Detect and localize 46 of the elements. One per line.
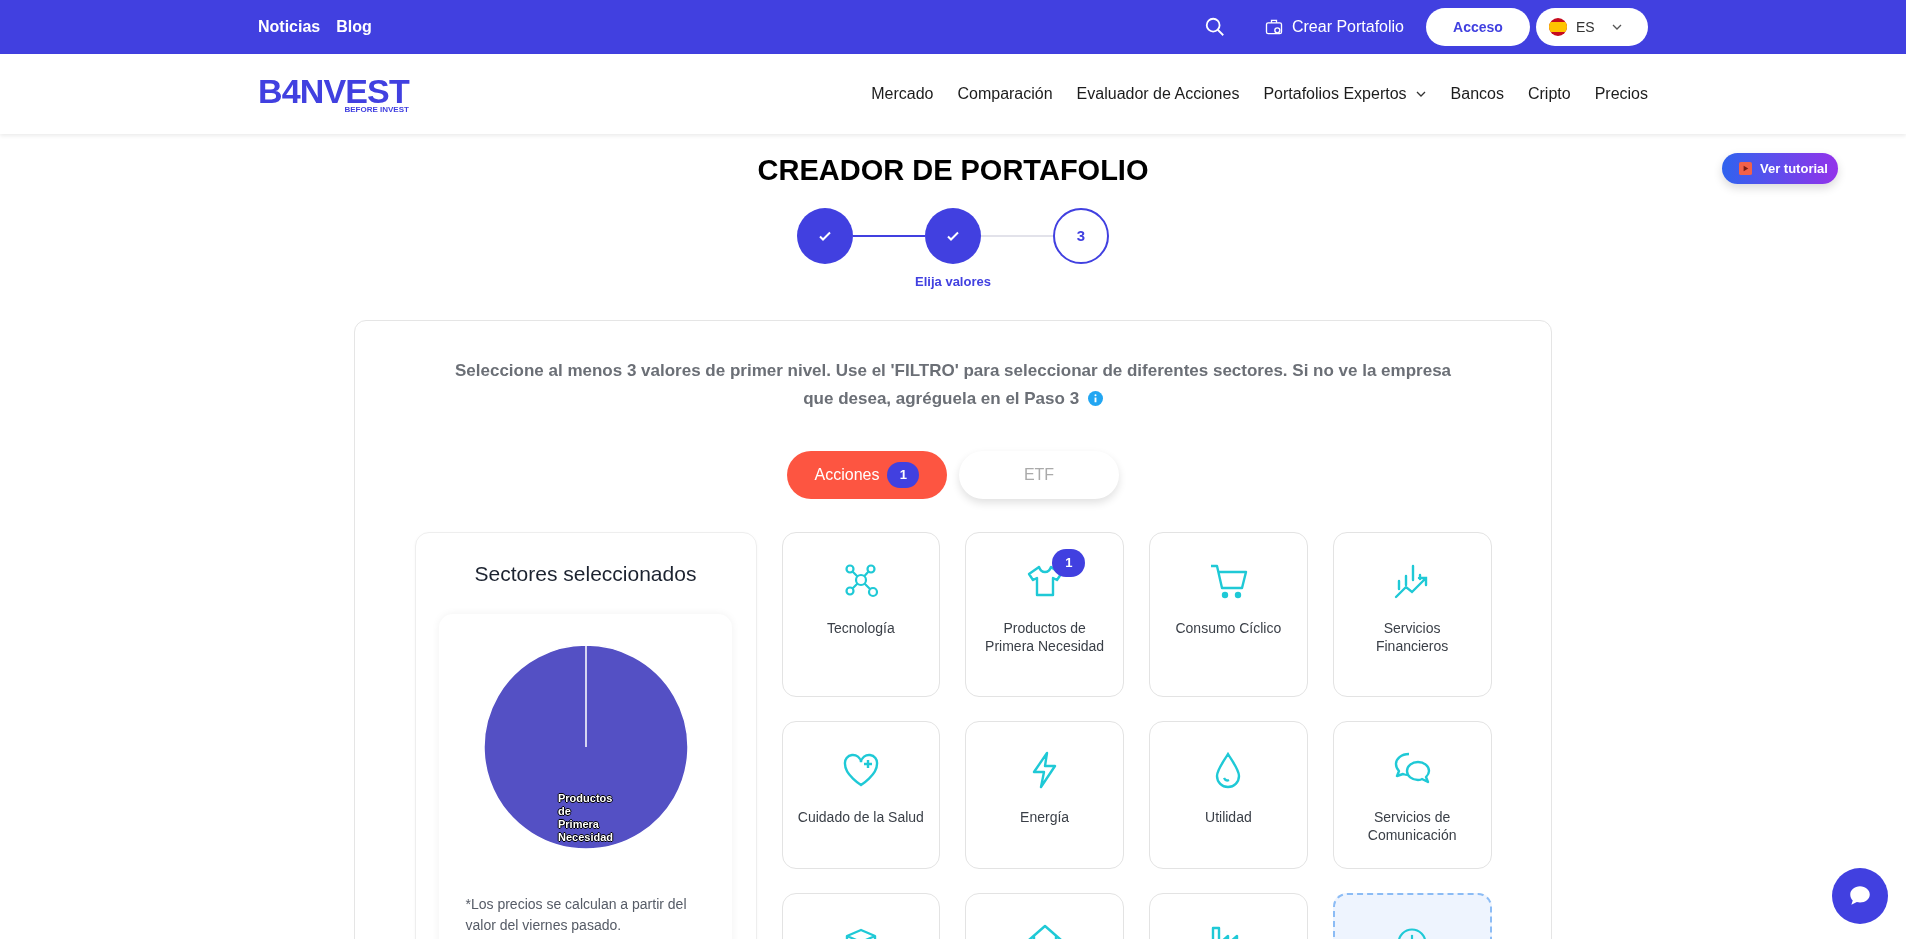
sector-card[interactable]: Productos de Primera Necesidad 1 [965, 532, 1124, 697]
instructions-text: Seleccione al menos 3 valores de primer nivel. Use el 'FILTRO' para seleccionar de diferentes sectores. Si no ve la empresa que desea, agréguela en el Paso 3 [453, 360, 1453, 410]
sector-label: Productos de Primera Necesidad [984, 619, 1106, 655]
flag-icon [1548, 17, 1568, 37]
sector-label: Servicios Financieros [1374, 619, 1450, 655]
search-icon [1203, 16, 1226, 38]
count-badge: 1 [1052, 549, 1086, 577]
nav-link[interactable]: Portafolios Expertos [1263, 82, 1427, 106]
logo-wordmark: B4NVEST [258, 74, 409, 108]
sector-card[interactable]: Tecnología [781, 532, 941, 697]
top-link[interactable]: Blog [336, 15, 372, 39]
tab[interactable]: Acciones 1 [787, 451, 947, 499]
slice-label: Productos de Primera Necesidad [558, 791, 613, 844]
page-title: CREADOR DE PORTAFOLIO [757, 153, 1149, 188]
sector-label: Cuidado de la Salud [796, 808, 925, 826]
logo-tagline: BEFORE INVEST [344, 106, 409, 114]
sector-card[interactable]: Cuidado de la Salud [781, 721, 941, 869]
sector-label: Servicios de Comunicación [1366, 808, 1458, 844]
step-caption: Elija valores [915, 273, 991, 291]
top-link[interactable]: Noticias [258, 15, 321, 39]
tutorial-button[interactable]: Ver tutorial [1722, 153, 1838, 184]
nav-link[interactable]: Mercado [871, 82, 934, 106]
sector-card[interactable]: Consumo Cíclico [1149, 532, 1308, 697]
sector-card[interactable]: Servicios Financieros [1332, 532, 1492, 697]
sector-label: Consumo Cíclico [1174, 619, 1283, 637]
sector-label: Utilidad [1204, 808, 1253, 826]
price-footnote: *Los precios se calculan a partir del valor del viernes pasado. [465, 894, 688, 935]
sector-card[interactable]: Energía [965, 721, 1124, 869]
create-portfolio-link[interactable]: Crear Portafolio [1263, 15, 1404, 39]
nav-link[interactable]: Bancos [1450, 82, 1504, 106]
sectors-title: Sectores seleccionados [474, 561, 697, 587]
nav-link[interactable]: Evaluador de Acciones [1076, 82, 1240, 106]
info-icon [1087, 391, 1103, 406]
nav-link[interactable]: Comparación [957, 82, 1053, 106]
nav-link[interactable]: Cripto [1527, 82, 1571, 106]
login-button[interactable]: Acceso [1426, 8, 1530, 46]
nav-link[interactable]: Precios [1594, 82, 1648, 106]
count-badge: 1 [887, 462, 920, 488]
language-select[interactable]: ES [1536, 8, 1648, 46]
sector-card[interactable]: Servicios de Comunicación [1332, 721, 1492, 869]
chat-button[interactable] [1832, 868, 1888, 924]
briefcase-icon [1263, 17, 1284, 37]
sector-card[interactable]: Utilidad [1149, 721, 1308, 869]
sector-label: Energía [1019, 808, 1071, 826]
sector-label: Tecnología [826, 619, 896, 637]
play-icon [1739, 162, 1752, 175]
